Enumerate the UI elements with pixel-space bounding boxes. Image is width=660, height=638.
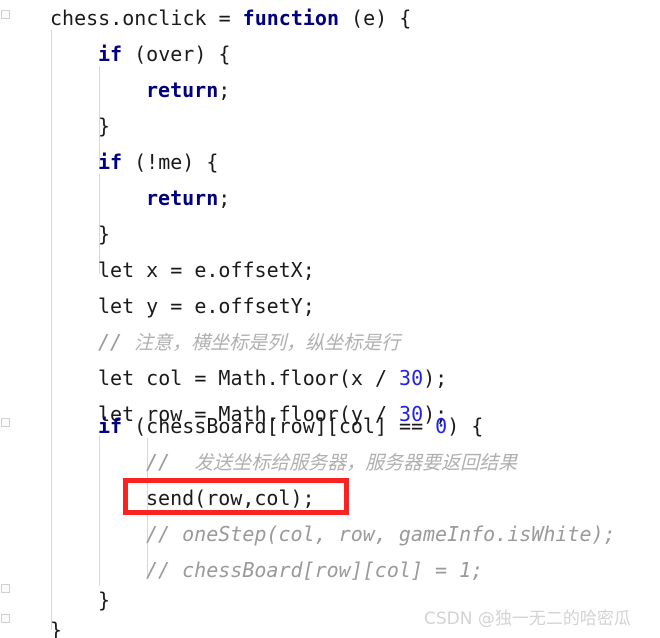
code-token-plain: } (98, 114, 111, 138)
code-token-comment-cjk: 发送坐标给服务器，服务器要返回结果 (194, 452, 518, 474)
code-token-plain: chess.onclick = (50, 6, 243, 30)
code-token-number: 30 (399, 366, 424, 390)
code-token-plain: ) { (447, 414, 484, 438)
code-token-plain: ; (218, 186, 231, 210)
code-line[interactable]: let x = e.offsetX; (0, 252, 315, 288)
code-line[interactable]: } (0, 612, 62, 638)
code-token-plain: (chessBoard[row][col] == (122, 414, 436, 438)
code-line[interactable]: if (!me) { (0, 144, 218, 180)
code-token-plain: (!me) { (122, 150, 219, 174)
code-token-plain: send(row,col); (146, 486, 315, 510)
code-token-keyword: if (98, 414, 123, 438)
code-token-plain: let col = Math.floor(x / (98, 366, 400, 390)
code-line[interactable]: // 发送坐标给服务器，服务器要返回结果 (0, 444, 517, 480)
code-line[interactable]: send(row,col); (0, 480, 315, 516)
code-token-plain: ; (218, 78, 231, 102)
code-line[interactable]: // oneStep(col, row, gameInfo.isWhite); (0, 516, 616, 552)
code-line[interactable]: if (over) { (0, 36, 230, 72)
code-token-plain: (over) { (122, 42, 231, 66)
code-token-comment: // chessBoard[row][col] = 1; (146, 558, 484, 582)
code-token-plain: ); (423, 366, 448, 390)
code-token-plain: let x = e.offsetX; (98, 258, 315, 282)
code-token-plain: } (50, 618, 63, 638)
code-token-comment: // oneStep(col, row, gameInfo.isWhite); (146, 522, 616, 546)
code-line[interactable]: chess.onclick = function (e) { (0, 0, 411, 36)
code-line[interactable]: } (0, 216, 110, 252)
code-token-keyword: return (146, 186, 219, 210)
code-token-comment-cjk: 注意，横坐标是列，纵坐标是行 (134, 332, 401, 354)
code-token-plain: } (98, 588, 111, 612)
code-line[interactable]: let y = e.offsetY; (0, 288, 315, 324)
code-token-keyword: if (98, 42, 123, 66)
code-screenshot: chess.onclick = function (e) {if (over) … (0, 0, 660, 638)
csdn-watermark: CSDN @独一无二的哈密瓜 (424, 609, 631, 629)
code-token-keyword: return (146, 78, 219, 102)
code-token-plain: } (98, 222, 111, 246)
code-token-comment: // (98, 330, 135, 354)
code-token-keyword: if (98, 150, 123, 174)
code-token-number: 0 (435, 414, 448, 438)
code-line[interactable]: return; (0, 180, 230, 216)
code-token-plain: let y = e.offsetY; (98, 294, 315, 318)
code-line[interactable]: // 注意，横坐标是列，纵坐标是行 (0, 324, 400, 360)
code-editor-content[interactable]: chess.onclick = function (e) {if (over) … (0, 0, 660, 638)
code-line[interactable]: return; (0, 72, 230, 108)
code-token-comment: // (146, 450, 195, 474)
code-token-keyword: function (242, 6, 339, 30)
code-line[interactable]: if (chessBoard[row][col] == 0) { (0, 408, 483, 444)
code-line[interactable]: let col = Math.floor(x / 30); (0, 360, 447, 396)
code-line[interactable]: } (0, 108, 110, 144)
code-token-plain: (e) { (338, 6, 412, 30)
